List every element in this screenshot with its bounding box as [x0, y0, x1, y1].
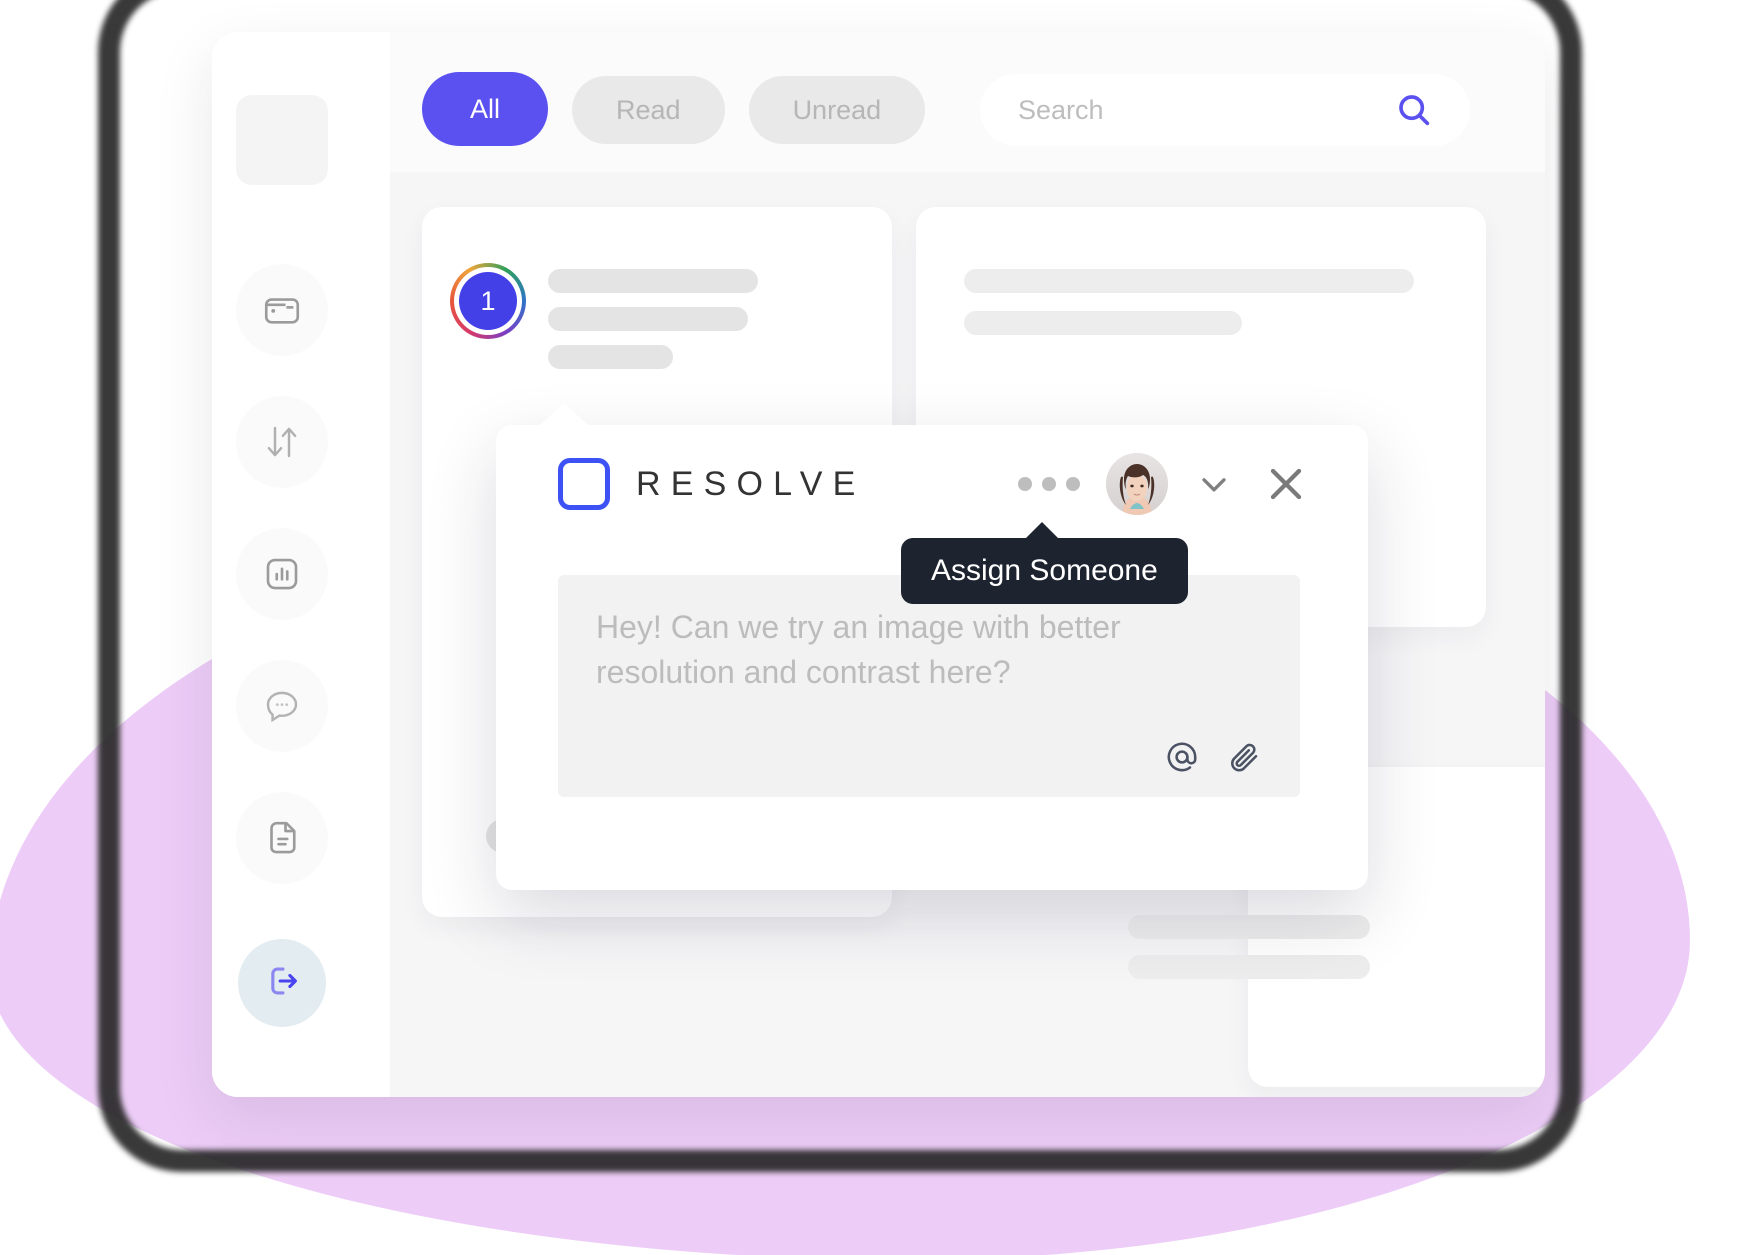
more-horizontal-icon[interactable] — [1018, 477, 1080, 491]
placeholder-bar — [548, 307, 748, 331]
placeholder-bar — [548, 269, 758, 293]
topbar: All Read Unread — [390, 32, 1545, 172]
sidebar-item-analytics[interactable] — [236, 528, 328, 620]
sidebar — [212, 32, 390, 1097]
chat-icon — [261, 685, 303, 727]
close-icon[interactable] — [1260, 458, 1312, 510]
filter-chip-all[interactable]: All — [422, 72, 549, 146]
modal-pointer-arrow — [538, 403, 590, 427]
wallet-icon — [261, 289, 303, 331]
brand-title: RESOLVE — [636, 464, 866, 503]
search-bar[interactable] — [980, 74, 1470, 146]
search-input[interactable] — [1016, 93, 1394, 127]
composer-placeholder-text: Hey! Can we try an image with better res… — [596, 609, 1121, 691]
placeholder-bar — [548, 345, 673, 369]
placeholder-text-lines — [1128, 915, 1370, 979]
assign-tooltip: Assign Someone — [901, 522, 1188, 604]
sidebar-item-document[interactable] — [236, 792, 328, 884]
search-icon[interactable] — [1394, 90, 1434, 130]
screenshot-stage: All Read Unread Search 1 RESOLVE Assign … — [0, 0, 1750, 1255]
sidebar-logout-button[interactable] — [238, 939, 326, 1027]
placeholder-bar — [964, 269, 1414, 293]
resolve-modal: RESOLVE Assign Someone Hey! Can we try a… — [496, 403, 1368, 890]
comment-composer[interactable]: Hey! Can we try an image with better res… — [558, 575, 1300, 797]
sidebar-item-wallet[interactable] — [236, 264, 328, 356]
filter-chip-read[interactable]: Read — [572, 76, 725, 144]
document-icon — [261, 817, 303, 859]
analytics-icon — [261, 553, 303, 595]
placeholder-text-lines — [964, 269, 1414, 335]
placeholder-bar — [1128, 955, 1370, 979]
sidebar-nav — [236, 264, 328, 884]
placeholder-bar — [964, 311, 1242, 335]
modal-header-actions — [1018, 453, 1312, 515]
unread-count-badge: 1 — [459, 272, 517, 330]
placeholder-bar — [1128, 915, 1370, 939]
sidebar-item-chat[interactable] — [236, 660, 328, 752]
paperclip-icon[interactable] — [1226, 739, 1262, 775]
story-ring-decoration: 1 — [450, 263, 526, 339]
square-outline-icon — [558, 458, 610, 510]
avatar[interactable] — [1106, 453, 1168, 515]
composer-toolbar — [1164, 739, 1262, 775]
transfer-icon — [261, 421, 303, 463]
badge-ring: 1 — [454, 267, 522, 335]
sidebar-item-transfer[interactable] — [236, 396, 328, 488]
placeholder-text-lines — [548, 269, 758, 369]
filter-chip-unread[interactable]: Unread — [748, 76, 926, 144]
at-mention-icon[interactable] — [1164, 739, 1200, 775]
chevron-down-icon[interactable] — [1194, 464, 1234, 504]
filter-chip-group: All Read Unread — [422, 72, 926, 146]
logout-icon — [260, 959, 304, 1008]
sidebar-logo-placeholder — [236, 95, 328, 185]
modal-header: RESOLVE — [496, 425, 1368, 543]
